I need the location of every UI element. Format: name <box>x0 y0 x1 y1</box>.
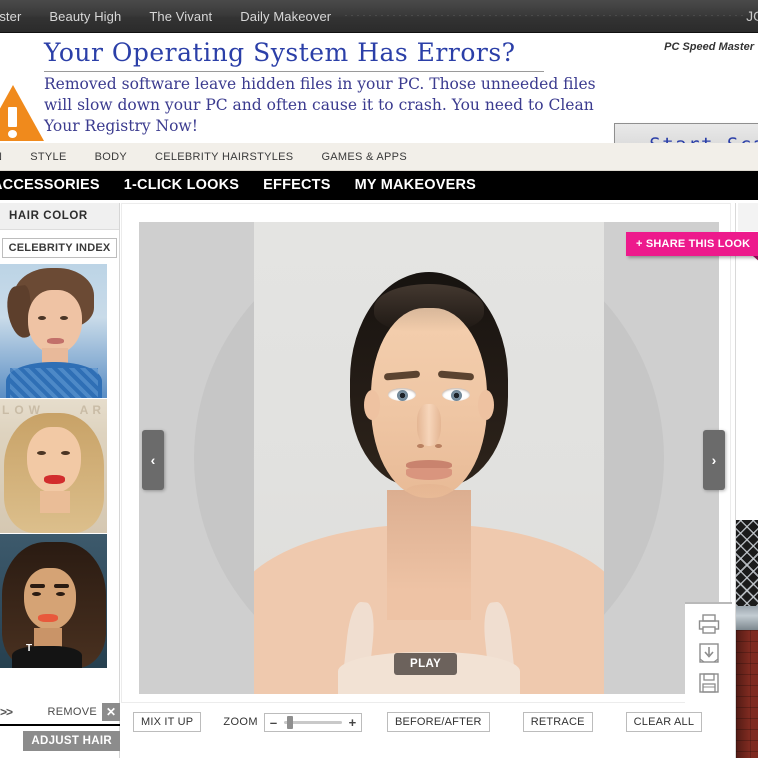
previous-look-arrow[interactable]: ‹ <box>142 430 164 490</box>
bottom-toolbar: MIX IT UP ZOOM – + BEFORE/AFTER RETRACE … <box>133 710 758 734</box>
remove-close-icon[interactable]: ✕ <box>102 703 120 721</box>
sidebar-header-hair-color: HAIR COLOR <box>0 203 119 230</box>
top-nav-link-daily-makeover[interactable]: Daily Makeover <box>226 0 345 33</box>
celebrity-thumbnail-2[interactable]: LOW AR <box>0 399 107 533</box>
clear-all-button[interactable]: CLEAR ALL <box>625 712 703 732</box>
subnav-item-style[interactable]: STYLE <box>16 143 80 171</box>
celebrity-index-wrapper: CELEBRITY INDEX <box>0 230 119 264</box>
zoom-control[interactable]: – + <box>263 712 362 732</box>
top-nav-join-link[interactable]: JO <box>746 8 758 24</box>
ad-divider <box>44 71 544 72</box>
download-icon[interactable] <box>698 643 720 664</box>
celebrity-thumbnail-3[interactable]: T <box>0 534 107 668</box>
zoom-label: ZOOM <box>223 716 258 728</box>
remove-row: >> REMOVE ✕ <box>0 700 120 726</box>
zoom-slider-handle[interactable] <box>286 715 293 729</box>
save-disk-icon[interactable] <box>698 673 720 693</box>
top-nav-spacer <box>345 0 746 33</box>
right-panel-header <box>738 203 758 231</box>
model-photo[interactable] <box>254 222 604 694</box>
brick-shadow <box>736 630 758 758</box>
page-root: aster Beauty High The Vivant Daily Makeo… <box>0 0 758 758</box>
stage-frame: + SHARE THIS LOOK ‹ › PLAY <box>121 203 758 703</box>
makeover-canvas[interactable] <box>139 222 719 694</box>
subnav-item-games-and-apps[interactable]: GAMES & APPS <box>307 143 421 171</box>
ledge-texture <box>736 606 758 630</box>
adjust-hair-button[interactable]: ADJUST HAIR <box>23 731 120 751</box>
secondary-navigation: N STYLE BODY CELEBRITY HAIRSTYLES GAMES … <box>0 143 758 171</box>
ad-start-scan-button[interactable]: Start Scan <box>614 123 758 143</box>
top-nav-link-aster[interactable]: aster <box>0 0 35 33</box>
nav-item-my-makeovers[interactable]: MY MAKEOVERS <box>343 171 488 200</box>
subnav-item-celebrity-hairstyles[interactable]: CELEBRITY HAIRSTYLES <box>141 143 307 171</box>
sidebar-footer: >> REMOVE ✕ ADJUST HAIR <box>0 700 120 758</box>
adjust-hair-wrapper: ADJUST HAIR <box>0 726 120 758</box>
ad-brand-label: PC Speed Master <box>664 41 754 53</box>
main-navigation: ACCESSORIES 1-CLICK LOOKS EFFECTS MY MAK… <box>0 171 758 200</box>
nav-item-accessories[interactable]: ACCESSORIES <box>0 171 112 200</box>
mix-it-up-button[interactable]: MIX IT UP <box>133 712 202 732</box>
nav-item-effects[interactable]: EFFECTS <box>251 171 342 200</box>
zoom-out-button[interactable]: – <box>265 714 282 731</box>
retrace-button[interactable]: RETRACE <box>522 712 593 732</box>
share-this-look-button[interactable]: + SHARE THIS LOOK <box>626 232 758 263</box>
subnav-item-skin[interactable]: N <box>0 143 16 171</box>
zoom-in-button[interactable]: + <box>344 714 361 731</box>
top-navigation-bar: aster Beauty High The Vivant Daily Makeo… <box>0 0 758 33</box>
advertisement-banner[interactable]: Your Operating System Has Errors? Remove… <box>0 33 758 143</box>
celebrity-thumbnail-list: LOW AR T <box>0 264 119 668</box>
fence-texture <box>736 520 758 606</box>
next-look-arrow[interactable]: › <box>703 430 725 490</box>
before-after-button[interactable]: BEFORE/AFTER <box>386 712 490 732</box>
celebrity-thumbnail-1[interactable] <box>0 264 107 398</box>
stage-action-icons <box>685 602 732 703</box>
warning-triangle-icon <box>0 85 44 141</box>
ad-body-text: Removed software leave hidden files in y… <box>44 75 596 135</box>
play-button[interactable]: PLAY <box>394 653 458 675</box>
celebrity-index-button[interactable]: CELEBRITY INDEX <box>1 238 118 258</box>
print-icon[interactable] <box>698 614 720 634</box>
left-sidebar: HAIR COLOR CELEBRITY INDEX LOW AR T >> R… <box>0 203 120 758</box>
top-nav-link-beauty-high[interactable]: Beauty High <box>35 0 135 33</box>
top-nav-link-the-vivant[interactable]: The Vivant <box>135 0 226 33</box>
subnav-item-body[interactable]: BODY <box>81 143 141 171</box>
nav-item-1-click-looks[interactable]: 1-CLICK LOOKS <box>112 171 251 200</box>
sidebar-scroll-arrows[interactable]: >> <box>0 705 13 719</box>
makeover-stage: + SHARE THIS LOOK ‹ › PLAY <box>121 203 758 758</box>
top-nav-links: aster Beauty High The Vivant Daily Makeo… <box>0 0 345 33</box>
remove-label: REMOVE <box>47 706 97 718</box>
right-edge-advertisement[interactable] <box>736 520 758 758</box>
zoom-slider-track[interactable] <box>282 714 344 731</box>
ad-headline: Your Operating System Has Errors? <box>44 38 516 67</box>
